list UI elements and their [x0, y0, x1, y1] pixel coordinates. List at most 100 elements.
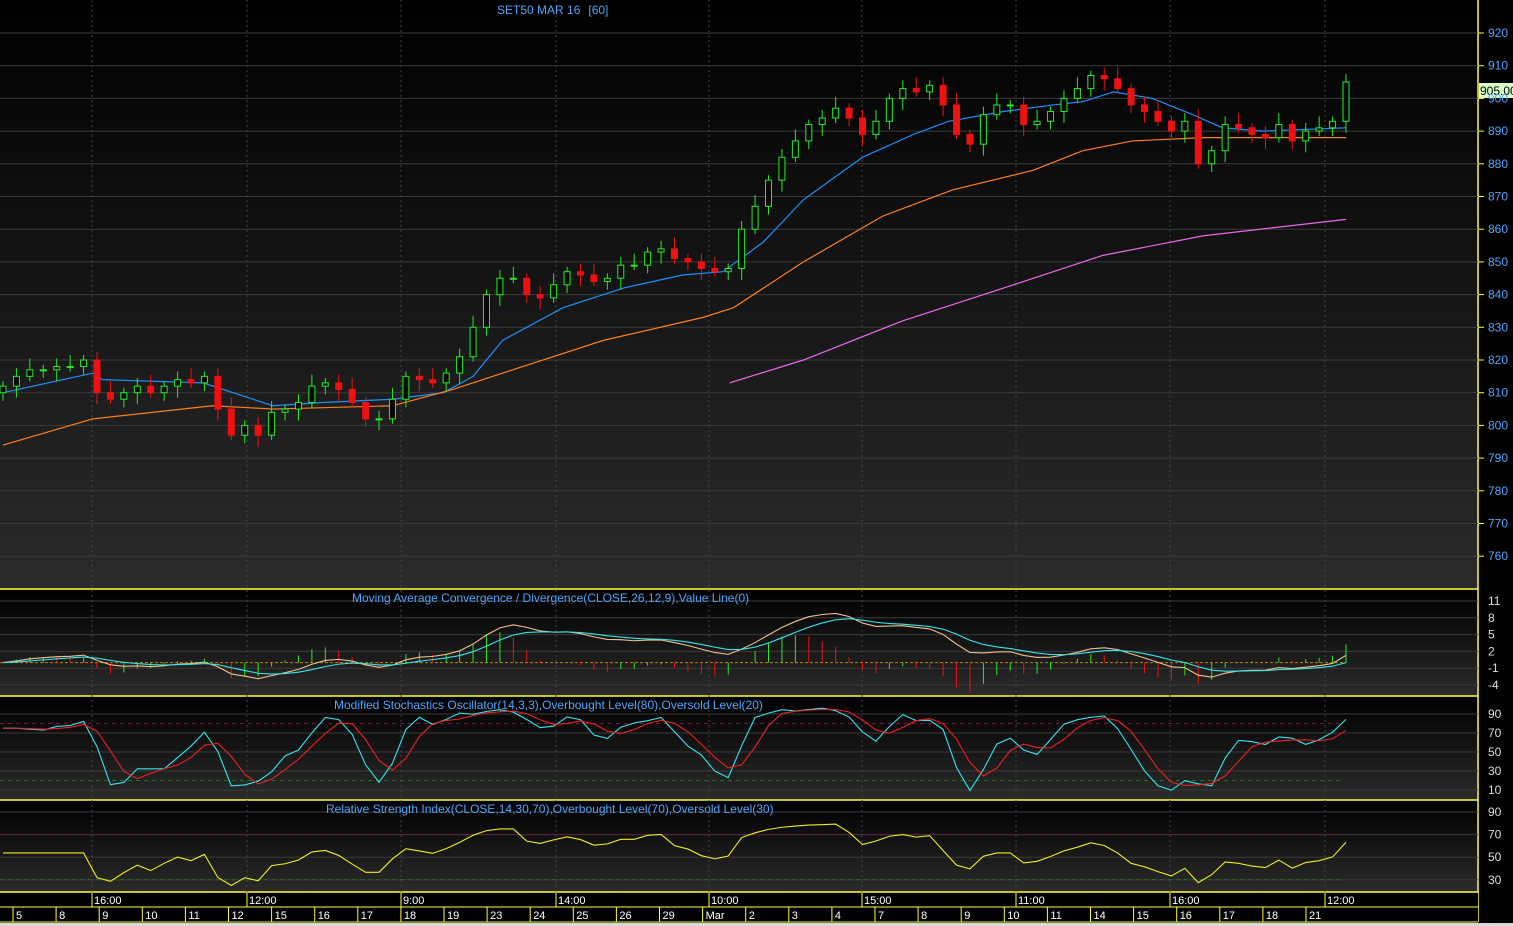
candle-down	[1141, 104, 1149, 112]
candle-up	[1302, 130, 1310, 142]
candle-up	[509, 277, 517, 280]
candle-up	[1060, 97, 1068, 112]
macd-tick-label: -4	[1488, 678, 1499, 692]
macd-tick-label: 5	[1488, 628, 1495, 642]
candle-down	[335, 382, 343, 390]
date-label: 8	[921, 910, 927, 922]
date-label: 23	[490, 910, 502, 922]
candle-up	[805, 124, 813, 142]
candle-up	[791, 140, 799, 158]
candle-down	[711, 267, 719, 273]
candle-up	[1087, 75, 1095, 90]
date-label: 3	[792, 910, 798, 922]
candle-up	[765, 179, 773, 207]
candle-down	[106, 392, 114, 400]
candle-up	[200, 375, 208, 384]
candle-up	[469, 326, 477, 358]
date-label: 12	[232, 910, 244, 922]
date-label: 4	[835, 910, 841, 922]
time-label: 14:00	[558, 895, 586, 907]
stochastic-title: Modified Stochastics Oscillator(14,3,3),…	[334, 698, 763, 712]
time-label: 12:00	[249, 895, 277, 907]
price-tick-label: 840	[1488, 288, 1508, 302]
date-label: 9	[102, 910, 108, 922]
price-tick-label: 800	[1488, 418, 1508, 432]
date-label: 25	[576, 910, 588, 922]
rsi-title: Relative Strength Index(CLOSE,14,30,70),…	[326, 802, 774, 816]
candle-down	[966, 133, 974, 145]
candle-up	[899, 88, 907, 99]
candle-down	[362, 402, 370, 420]
date-label: 11	[1050, 910, 1061, 922]
price-tick-label: 900	[1488, 91, 1508, 105]
macd-tick-label: -1	[1488, 661, 1499, 675]
candle-up	[281, 408, 289, 413]
candle-up	[308, 385, 316, 404]
date-label: 11	[188, 910, 199, 922]
candle-up	[294, 402, 302, 410]
candle-up	[644, 251, 652, 266]
price-tick-label: 790	[1488, 451, 1508, 465]
candle-up	[617, 264, 625, 279]
price-tick-label: 780	[1488, 484, 1508, 498]
candle-up	[657, 248, 665, 253]
date-label: 15	[275, 910, 287, 922]
candle-up	[926, 84, 934, 93]
candle-up	[979, 114, 987, 145]
candle-down	[348, 388, 356, 404]
candle-up	[39, 369, 47, 372]
candle-down	[1127, 88, 1135, 106]
trading-chart[interactable]: SET50 MAR 16 [60] Moving Average Converge…	[0, 0, 1513, 926]
candle-down	[1248, 127, 1256, 135]
candle-up	[550, 284, 558, 299]
candle-up	[1208, 150, 1216, 165]
candle-down	[590, 274, 598, 283]
price-tick-label: 880	[1488, 157, 1508, 171]
candle-down	[1114, 78, 1122, 90]
candle-down	[93, 359, 101, 394]
price-tick-label: 850	[1488, 255, 1508, 269]
candle-down	[576, 271, 584, 276]
rsi-tick-label: 30	[1488, 873, 1502, 887]
date-label: Mar	[706, 910, 725, 922]
candle-down	[227, 408, 235, 436]
candle-up	[1033, 120, 1041, 126]
price-tick-label: 830	[1488, 320, 1508, 334]
time-label: 9:00	[403, 895, 424, 907]
date-label: 10	[145, 910, 157, 922]
candle-down	[1020, 104, 1028, 126]
stochastic-tick-label: 30	[1488, 764, 1502, 778]
price-tick-label: 820	[1488, 353, 1508, 367]
time-label: 11:00	[1018, 895, 1045, 907]
price-tick-label: 890	[1488, 124, 1508, 138]
candle-up	[402, 375, 410, 400]
date-label: 2	[749, 910, 755, 922]
candle-down	[1235, 124, 1243, 129]
candle-down	[1154, 110, 1162, 122]
candle-up	[375, 418, 383, 421]
candle-up	[456, 356, 464, 374]
date-label: 14	[1094, 910, 1106, 922]
candle-up	[1342, 81, 1350, 122]
candle-down	[697, 261, 705, 269]
candle-down	[429, 379, 437, 384]
time-label: 16:00	[94, 895, 122, 907]
candle-up	[442, 372, 450, 384]
date-label: 17	[1223, 910, 1235, 922]
price-tick-label: 870	[1488, 190, 1508, 204]
candle-up	[818, 117, 826, 126]
candle-down	[536, 294, 544, 299]
candle-up	[268, 411, 276, 436]
date-label: 26	[619, 910, 631, 922]
candle-up	[751, 205, 759, 230]
rsi-tick-label: 90	[1488, 805, 1502, 819]
rsi-tick-label: 50	[1488, 850, 1502, 864]
date-label: 8	[59, 910, 65, 922]
rsi-tick-label: 70	[1488, 828, 1502, 842]
candle-up	[66, 366, 74, 369]
macd-title: Moving Average Convergence / Divergence(…	[352, 591, 749, 605]
candle-up	[563, 271, 571, 286]
date-label: 10	[1007, 910, 1019, 922]
date-label: 29	[663, 910, 675, 922]
candle-down	[1261, 133, 1269, 139]
